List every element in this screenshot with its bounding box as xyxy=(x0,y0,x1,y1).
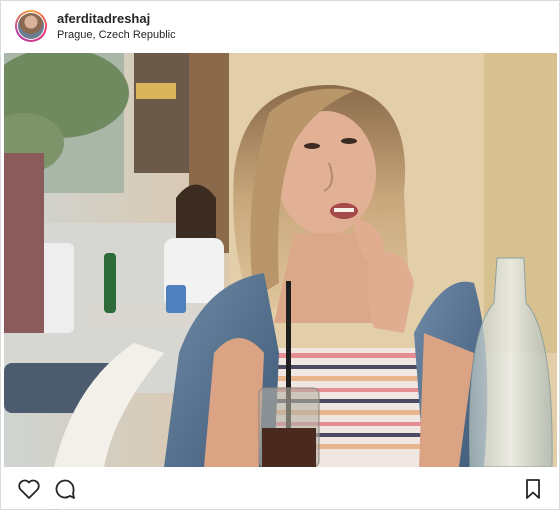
post-header: aferditadreshaj Prague, Czech Republic xyxy=(1,1,559,53)
post-actions xyxy=(1,467,559,509)
instagram-post: aferditadreshaj Prague, Czech Republic ·… xyxy=(0,0,560,514)
bookmark-icon[interactable] xyxy=(521,477,545,501)
heart-icon[interactable] xyxy=(17,477,41,501)
avatar-image xyxy=(18,13,44,39)
location-link[interactable]: Prague, Czech Republic xyxy=(57,29,176,41)
avatar[interactable] xyxy=(15,10,47,42)
username-link[interactable]: aferditadreshaj xyxy=(57,11,150,26)
comment-icon[interactable] xyxy=(53,477,77,501)
post-photo[interactable] xyxy=(4,53,557,467)
avatar-frame xyxy=(17,12,45,40)
